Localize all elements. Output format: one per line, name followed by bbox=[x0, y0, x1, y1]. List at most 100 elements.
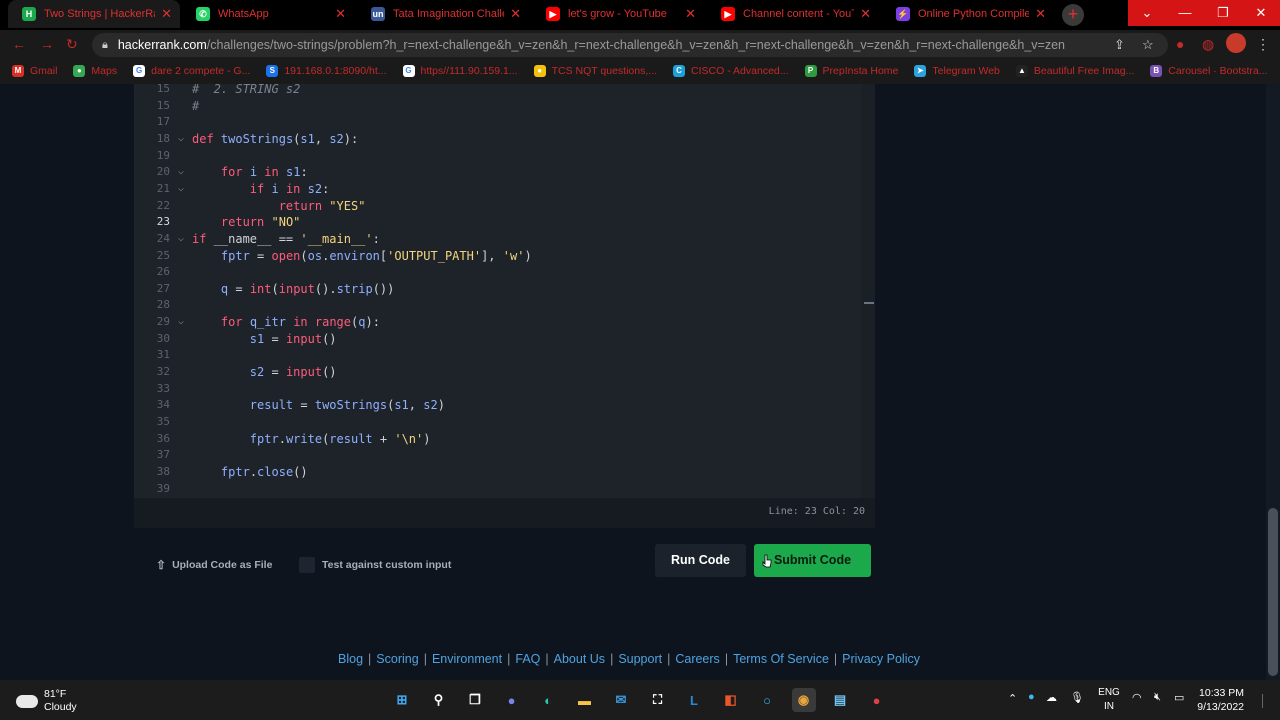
footer-link[interactable]: Blog bbox=[338, 652, 363, 666]
code-line[interactable]: 35 bbox=[134, 414, 875, 431]
custom-input-label[interactable]: Test against custom input bbox=[322, 559, 451, 571]
clock[interactable]: 10:33 PM 9/13/2022 bbox=[1196, 686, 1244, 714]
code-line[interactable]: 33 bbox=[134, 381, 875, 398]
code-line[interactable]: 39 bbox=[134, 481, 875, 498]
code-line[interactable]: 26 bbox=[134, 264, 875, 281]
bookmark-item[interactable]: Ghttps//111.90.159.1... bbox=[402, 65, 518, 77]
extension-icon-2[interactable]: ◍ bbox=[1202, 36, 1214, 53]
tray-app-icon[interactable]: ● bbox=[1028, 691, 1035, 703]
browser-tab[interactable]: ⚡ Online Python Compiler ✕ bbox=[882, 0, 1054, 28]
code-line[interactable]: 15 # 2. STRING s2 bbox=[134, 84, 875, 98]
browser-tab[interactable]: H Two Strings | HackerRank ✕ bbox=[8, 0, 180, 28]
chat-icon[interactable]: ● bbox=[500, 688, 524, 712]
bookmark-star-icon[interactable]: ☆ bbox=[1142, 37, 1154, 53]
code-line[interactable]: 36 fptr.write(result + '\n') bbox=[134, 431, 875, 448]
store-icon[interactable]: ⛶ bbox=[646, 688, 670, 712]
code-line[interactable]: 27 q = int(input().strip()) bbox=[134, 281, 875, 298]
bookmark-item[interactable]: M Gmail bbox=[12, 65, 57, 77]
footer-link[interactable]: FAQ bbox=[515, 652, 540, 666]
fold-chevron-icon[interactable]: ⌵ bbox=[178, 131, 184, 148]
footer-link[interactable]: Support bbox=[618, 652, 662, 666]
custom-input-checkbox[interactable] bbox=[299, 557, 315, 573]
forward-icon[interactable]: → bbox=[40, 36, 54, 52]
code-line[interactable]: 32 s2 = input() bbox=[134, 364, 875, 381]
code-line[interactable]: 34 result = twoStrings(s1, s2) bbox=[134, 397, 875, 414]
code-line[interactable]: 21 ⌵ if i in s2: bbox=[134, 181, 875, 198]
bookmark-item[interactable]: S 191.168.0.1:8090/ht... bbox=[266, 65, 387, 77]
footer-link[interactable]: Environment bbox=[432, 652, 502, 666]
minimize-icon[interactable]: — bbox=[1166, 0, 1204, 26]
maximize-icon[interactable]: ❐ bbox=[1204, 0, 1242, 26]
menu-icon[interactable]: ⋮ bbox=[1256, 36, 1270, 53]
code-line[interactable]: 31 bbox=[134, 347, 875, 364]
close-window-icon[interactable]: ✕ bbox=[1242, 0, 1280, 26]
tab-search-icon[interactable]: ⌄ bbox=[1128, 0, 1166, 26]
footer-link[interactable]: Scoring bbox=[376, 652, 418, 666]
file-explorer-icon[interactable]: ▬ bbox=[573, 688, 597, 712]
browser-tab[interactable]: un Tata Imagination Challenge ✕ bbox=[357, 0, 529, 28]
footer-link[interactable]: Careers bbox=[675, 652, 719, 666]
new-tab-button[interactable]: + bbox=[1062, 4, 1084, 26]
code-line[interactable]: 17 bbox=[134, 114, 875, 131]
browser-tab[interactable]: ✆ WhatsApp ✕ bbox=[182, 0, 354, 28]
weather-widget[interactable]: 81°F Cloudy bbox=[16, 688, 77, 714]
browser-tab[interactable]: ▶ Channel content - YouTube ✕ bbox=[707, 0, 879, 28]
run-code-button[interactable]: Run Code bbox=[655, 544, 746, 577]
code-line[interactable]: 29 ⌵ for q_itr in range(q): bbox=[134, 314, 875, 331]
code-line[interactable]: 38 fptr.close() bbox=[134, 464, 875, 481]
code-line[interactable]: 37 bbox=[134, 447, 875, 464]
mail-icon[interactable]: ✉ bbox=[609, 688, 633, 712]
bookmark-item[interactable]: P PrepInsta Home bbox=[804, 65, 898, 77]
code-line[interactable]: 28 bbox=[134, 297, 875, 314]
editor-scrollbar-thumb[interactable] bbox=[864, 302, 874, 304]
fold-chevron-icon[interactable]: ⌵ bbox=[178, 231, 184, 248]
code-line[interactable]: 19 bbox=[134, 148, 875, 165]
wifi-icon[interactable]: ◠ bbox=[1132, 691, 1142, 704]
recorder-icon[interactable]: ● bbox=[865, 688, 889, 712]
code-line[interactable]: 20 ⌵ for i in s1: bbox=[134, 164, 875, 181]
office-icon[interactable]: ◧ bbox=[719, 688, 743, 712]
reload-icon[interactable]: ↻ bbox=[66, 36, 78, 53]
code-line[interactable]: 30 s1 = input() bbox=[134, 331, 875, 348]
code-line[interactable]: 24 ⌵ if __name__ == '__main__': bbox=[134, 231, 875, 248]
language-indicator[interactable]: ENG IN bbox=[1097, 686, 1121, 714]
app-l-icon[interactable]: L bbox=[682, 688, 706, 712]
extension-icon[interactable]: ● bbox=[1176, 36, 1184, 52]
upload-code-button[interactable]: ⇧ Upload Code as File bbox=[156, 558, 272, 572]
address-bar[interactable]: 🔒︎ hackerrank.com/challenges/two-strings… bbox=[92, 33, 1168, 57]
code-editor[interactable]: 39 38 fptr.close() 37 36 fptr.write(result … bbox=[134, 84, 875, 498]
cortana-icon[interactable]: ○ bbox=[755, 688, 779, 712]
microphone-icon[interactable]: 🎙︎ bbox=[1070, 691, 1084, 704]
volume-muted-icon[interactable]: 🔇︎ bbox=[1154, 691, 1161, 704]
code-line[interactable]: 18 ⌵ def twoStrings(s1, s2): bbox=[134, 131, 875, 148]
close-tab-icon[interactable]: ✕ bbox=[335, 6, 346, 22]
page-scrollbar[interactable] bbox=[1266, 84, 1280, 680]
tray-chevron-icon[interactable]: ⌃ bbox=[1008, 692, 1017, 705]
browser-tab[interactable]: ▶ let's grow - YouTube ✕ bbox=[532, 0, 704, 28]
bookmark-item[interactable]: ● TCS NQT questions,... bbox=[533, 65, 657, 77]
editor-scrollbar[interactable] bbox=[861, 84, 875, 498]
bookmark-item[interactable]: ➤ Telegram Web bbox=[914, 65, 1000, 77]
onedrive-icon[interactable]: ☁ bbox=[1046, 691, 1057, 704]
notepad-icon[interactable]: ▤ bbox=[828, 688, 852, 712]
page-scrollbar-thumb[interactable] bbox=[1268, 508, 1278, 676]
share-icon[interactable]: ⇪ bbox=[1114, 37, 1125, 53]
close-tab-icon[interactable]: ✕ bbox=[1035, 6, 1046, 22]
bookmark-item[interactable]: C CISCO - Advanced... bbox=[673, 65, 789, 77]
fold-chevron-icon[interactable]: ⌵ bbox=[178, 181, 184, 198]
close-tab-icon[interactable]: ✕ bbox=[161, 6, 172, 22]
battery-icon[interactable]: ▭ bbox=[1174, 691, 1184, 704]
chrome-icon[interactable]: ◉ bbox=[791, 688, 816, 712]
bookmark-item[interactable]: ▲ Beautiful Free Imag... bbox=[1015, 65, 1134, 77]
search-icon[interactable]: ⚲ bbox=[427, 688, 451, 712]
bookmark-item[interactable]: B Carousel · Bootstra... bbox=[1150, 65, 1268, 77]
bookmark-item[interactable]: Gdare 2 compete - G... bbox=[133, 65, 250, 77]
start-icon[interactable]: ⊞ bbox=[390, 688, 414, 712]
show-desktop-button[interactable] bbox=[1262, 694, 1270, 708]
fold-chevron-icon[interactable]: ⌵ bbox=[178, 314, 184, 331]
fold-chevron-icon[interactable]: ⌵ bbox=[178, 164, 184, 181]
footer-link[interactable]: About Us bbox=[554, 652, 605, 666]
code-line[interactable]: 23 return "NO" bbox=[134, 214, 875, 231]
close-tab-icon[interactable]: ✕ bbox=[685, 6, 696, 22]
code-line[interactable]: 25 fptr = open(os.environ['OUTPUT_PATH']… bbox=[134, 248, 875, 265]
